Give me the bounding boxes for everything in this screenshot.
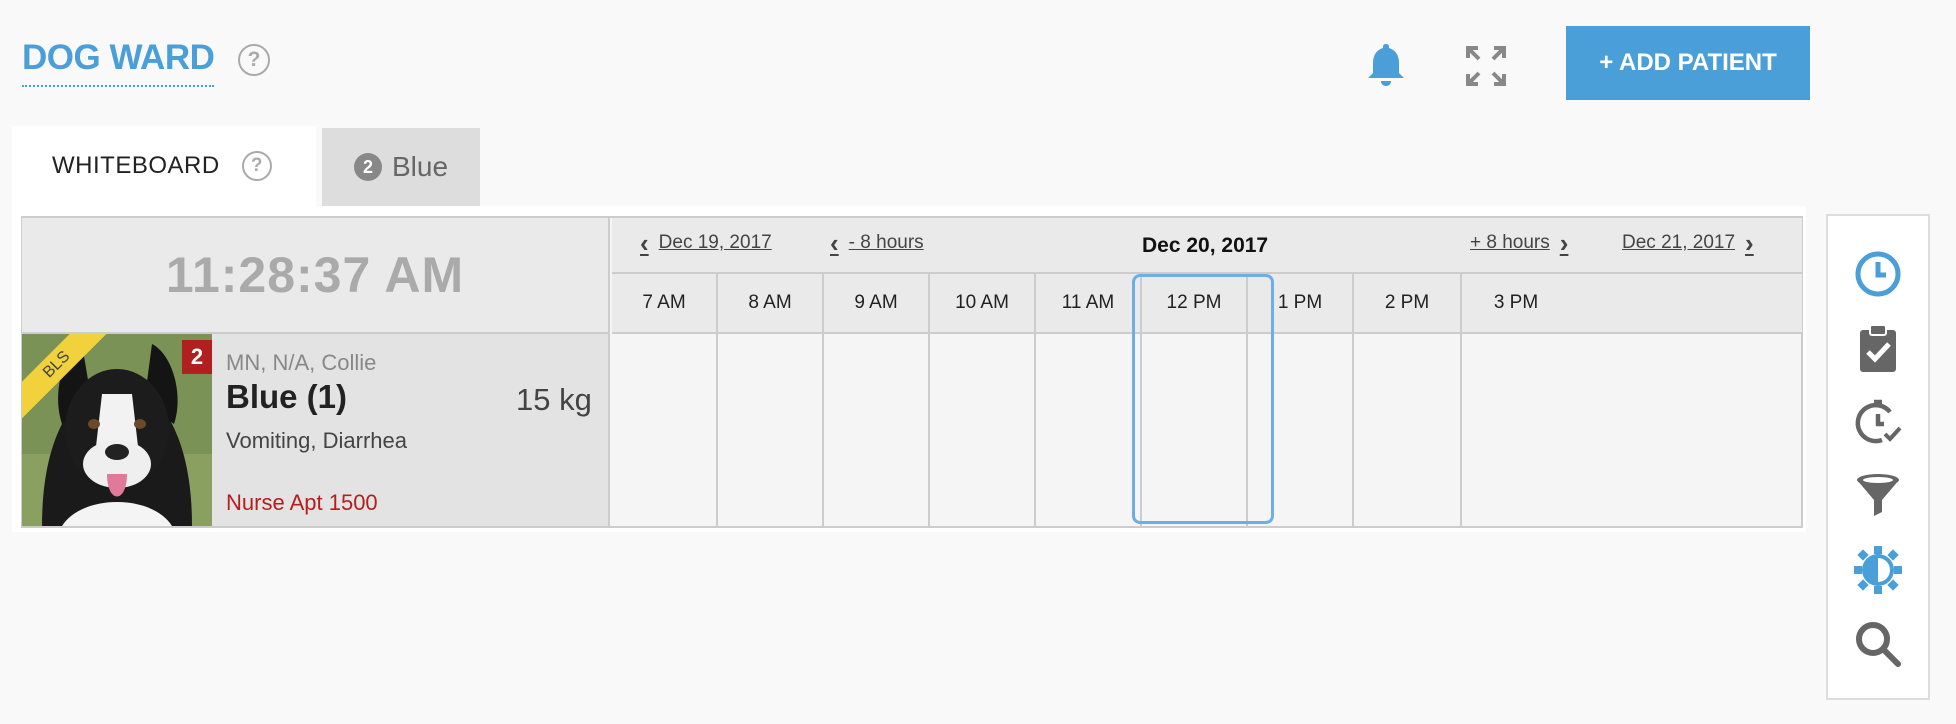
- date-navigation: ‹ Dec 19, 2017 ‹ - 8 hours Dec 20, 2017 …: [612, 218, 1802, 274]
- next-day-label: Dec 21, 2017: [1622, 232, 1736, 253]
- hour-header-cell: 9 AM: [824, 274, 930, 332]
- bls-ribbon: BLS: [22, 334, 112, 424]
- chevron-left-icon: ‹: [830, 228, 839, 258]
- hour-header-cell: 10 AM: [930, 274, 1036, 332]
- history-check-icon[interactable]: [1852, 396, 1904, 448]
- hour-header-cell: 8 AM: [718, 274, 824, 332]
- contrast-icon[interactable]: [1852, 544, 1904, 596]
- hours-header: 7 AM 8 AM 9 AM 10 AM 11 AM 12 PM 1 PM 2 PM 3 PM: [612, 274, 1802, 334]
- schedule-slot[interactable]: [824, 334, 930, 526]
- tab-whiteboard-label: WHITEBOARD: [52, 152, 220, 179]
- patient-weight: 15 kg: [516, 382, 592, 417]
- prev-hours-label: - 8 hours: [848, 232, 924, 253]
- patient-alert-badge: 2: [182, 340, 212, 374]
- chevron-left-icon: ‹: [640, 228, 649, 258]
- tab-whiteboard[interactable]: WHITEBOARD ?: [12, 126, 316, 206]
- tab-blue-label: Blue: [391, 151, 449, 182]
- schedule-slot[interactable]: [612, 334, 718, 526]
- chevron-right-icon: ›: [1745, 228, 1754, 258]
- schedule-slot[interactable]: [1036, 334, 1142, 526]
- add-patient-button[interactable]: + ADD PATIENT: [1566, 26, 1810, 100]
- current-time: 11:28:37 AM: [165, 247, 465, 303]
- hour-header-cell: 7 AM: [612, 274, 718, 332]
- chevron-right-icon: ›: [1559, 228, 1569, 258]
- next-hours-link[interactable]: + 8 hours ›: [1470, 228, 1569, 258]
- current-date: Dec 20, 2017: [1142, 234, 1269, 257]
- hour-header-cell: 11 AM: [1036, 274, 1142, 332]
- hour-header-cell: 12 PM: [1142, 274, 1248, 332]
- tab-count-badge: 2: [353, 153, 382, 181]
- prev-day-label: Dec 19, 2017: [658, 232, 772, 253]
- schedule-slot[interactable]: [1462, 334, 1570, 526]
- schedule-slot[interactable]: [718, 334, 824, 526]
- patient-name[interactable]: Blue (1): [226, 378, 347, 416]
- hour-header-cell: 3 PM: [1493, 292, 1539, 313]
- tab-blue[interactable]: 2 Blue: [322, 128, 480, 206]
- fullscreen-icon[interactable]: [1464, 44, 1508, 93]
- hour-header-cell: 2 PM: [1354, 274, 1462, 332]
- filter-icon[interactable]: [1852, 470, 1904, 522]
- patient-appointment: Nurse Apt 1500: [226, 490, 378, 515]
- next-day-link[interactable]: Dec 21, 2017 ›: [1622, 228, 1754, 258]
- ward-help-icon[interactable]: ?: [238, 44, 270, 76]
- ward-title[interactable]: DOG WARD: [22, 36, 215, 87]
- next-hours-label: + 8 hours: [1470, 232, 1550, 253]
- clock-icon[interactable]: [1852, 248, 1904, 300]
- search-icon[interactable]: [1852, 618, 1904, 670]
- patient-descriptor: MN, N/A, Collie: [226, 350, 377, 375]
- hour-header-cell: 1 PM: [1248, 274, 1354, 332]
- schedule-slot[interactable]: [1248, 334, 1354, 526]
- bls-ribbon-label: BLS: [22, 334, 112, 421]
- schedule-slot[interactable]: [1354, 334, 1462, 526]
- schedule-slot[interactable]: [930, 334, 1036, 526]
- clock-cell: 11:28:37 AM: [22, 218, 610, 334]
- prev-hours-link[interactable]: ‹ - 8 hours: [830, 228, 924, 258]
- clipboard-check-icon[interactable]: [1852, 322, 1904, 374]
- bell-icon[interactable]: [1364, 40, 1408, 93]
- prev-day-link[interactable]: ‹ Dec 19, 2017: [640, 228, 772, 258]
- whiteboard-help-icon[interactable]: ?: [241, 151, 272, 181]
- patient-complaint: Vomiting, Diarrhea: [226, 428, 407, 453]
- schedule-slot[interactable]: [1142, 334, 1248, 526]
